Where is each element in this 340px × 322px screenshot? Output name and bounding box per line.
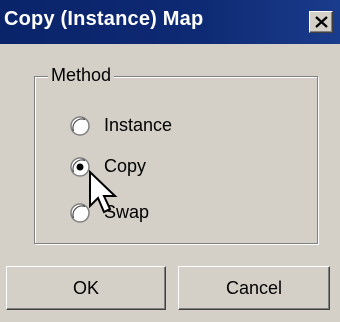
mouse-cursor-icon	[89, 170, 118, 214]
window-title: Copy (Instance) Map	[4, 8, 204, 30]
radio-button-icon[interactable]	[70, 203, 90, 223]
radio-instance-label: Instance	[104, 115, 173, 135]
title-bar[interactable]: Copy (Instance) Map	[0, 0, 340, 44]
radio-button-icon[interactable]	[70, 116, 90, 136]
ok-button[interactable]: OK	[6, 266, 166, 310]
cancel-button[interactable]: Cancel	[178, 266, 330, 310]
radio-button-icon[interactable]	[70, 157, 90, 177]
close-icon	[315, 16, 328, 28]
method-group-label: Method	[48, 64, 115, 86]
close-button[interactable]	[309, 11, 333, 33]
